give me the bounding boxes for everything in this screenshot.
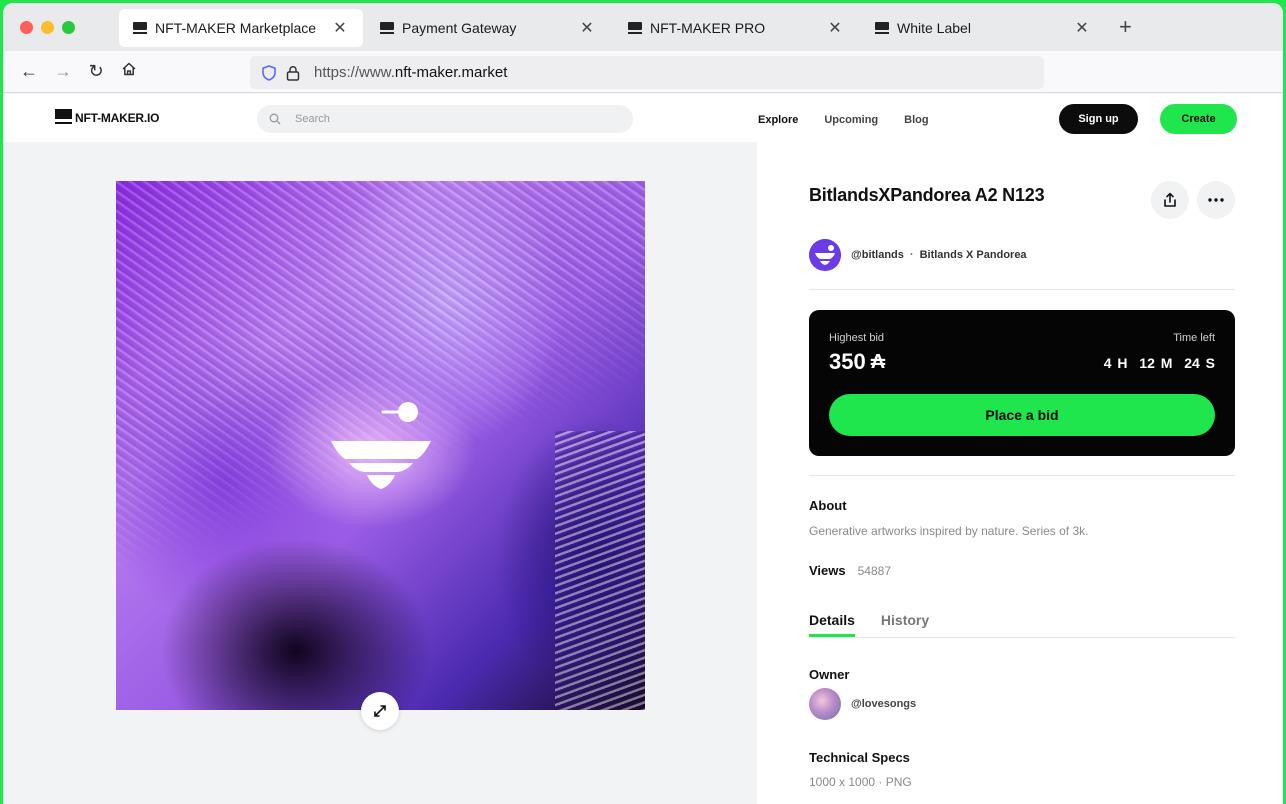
bitlands-avatar-icon xyxy=(809,239,841,271)
more-icon xyxy=(1208,198,1224,202)
minimize-window-button[interactable] xyxy=(41,20,54,34)
technical-specs-heading: Technical Specs xyxy=(809,750,910,765)
nft-artwork-image[interactable] xyxy=(116,181,645,710)
tab-nft-maker-pro[interactable]: NFT-MAKER PRO ✕ xyxy=(614,9,858,47)
site-logo[interactable]: NFT-MAKER.IO xyxy=(55,109,159,126)
creator-handle[interactable]: @bitlands xyxy=(851,249,904,261)
time-left-value: 4 H 12 M 24 S xyxy=(1103,355,1215,371)
tab-history[interactable]: History xyxy=(881,612,929,637)
browser-window: NFT-MAKER Marketplace ✕ Payment Gateway … xyxy=(3,3,1283,804)
forward-icon[interactable]: → xyxy=(52,61,74,81)
tab-details[interactable]: Details xyxy=(809,612,855,637)
nft-title: BitlandsXPandorea A2 N123 xyxy=(809,185,1045,205)
owner-handle[interactable]: @lovesongs xyxy=(851,698,916,710)
plus-icon[interactable]: + xyxy=(1119,15,1132,39)
back-icon[interactable]: ← xyxy=(18,61,40,81)
expand-button[interactable] xyxy=(361,692,399,730)
reload-icon[interactable]: ↻ xyxy=(85,61,107,81)
lock-icon[interactable] xyxy=(286,65,300,81)
url-bar[interactable]: https://www.nft-maker.market xyxy=(250,56,1044,89)
owner-heading: Owner xyxy=(809,667,850,682)
about-heading: About xyxy=(809,498,847,513)
avatar[interactable] xyxy=(809,239,841,271)
share-icon xyxy=(1164,192,1176,207)
avatar[interactable] xyxy=(809,688,841,720)
creator-row: @bitlands · Bitlands X Pandorea xyxy=(809,239,1027,271)
divider xyxy=(809,475,1235,476)
bid-amount: 350 xyxy=(829,349,866,374)
tab-white-label[interactable]: White Label ✕ xyxy=(861,9,1105,47)
bid-card: Highest bid Time left 350 ₳ 4 H 12 M 24 … xyxy=(809,310,1235,456)
create-button[interactable]: Create xyxy=(1160,104,1237,134)
tab-nft-maker-marketplace[interactable]: NFT-MAKER Marketplace ✕ xyxy=(119,9,363,47)
tab-label: NFT-MAKER Marketplace xyxy=(155,20,317,36)
expand-icon xyxy=(374,705,386,717)
tab-bar: NFT-MAKER Marketplace ✕ Payment Gateway … xyxy=(3,3,1283,51)
divider xyxy=(809,289,1235,290)
nav-blog[interactable]: Blog xyxy=(904,114,928,126)
owner-row: @lovesongs xyxy=(809,688,916,720)
search-placeholder: Search xyxy=(295,113,330,125)
url-prefix: https://www. xyxy=(314,64,395,81)
close-icon[interactable]: ✕ xyxy=(331,18,349,38)
highest-bid-value: 350 ₳ xyxy=(829,349,885,375)
separator: · xyxy=(909,249,914,261)
navigation-bar: ← → ↻ https://www.nft-maker.market xyxy=(3,51,1283,93)
close-icon[interactable]: ✕ xyxy=(826,18,844,38)
main-nav: Explore Upcoming Blog xyxy=(758,114,955,126)
nav-explore[interactable]: Explore xyxy=(758,114,798,126)
tab-payment-gateway[interactable]: Payment Gateway ✕ xyxy=(366,9,610,47)
window-controls xyxy=(3,20,118,34)
artwork-texture-right xyxy=(555,431,645,710)
site-header: NFT-MAKER.IO Search Explore Upcoming Blo… xyxy=(3,94,1283,142)
tab-label: NFT-MAKER PRO xyxy=(650,20,766,36)
nft-maker-favicon-icon xyxy=(380,22,394,34)
time-left-label: Time left xyxy=(1173,332,1215,344)
search-input[interactable]: Search xyxy=(257,105,633,133)
nft-maker-logo-icon xyxy=(55,109,72,126)
nft-maker-favicon-icon xyxy=(133,22,147,34)
zoom-window-button[interactable] xyxy=(62,20,75,34)
more-options-button[interactable] xyxy=(1197,181,1235,219)
collection-name[interactable]: Bitlands X Pandorea xyxy=(920,249,1027,261)
sign-up-button[interactable]: Sign up xyxy=(1059,104,1138,134)
views-label: Views xyxy=(809,563,846,578)
logo-text: NFT-MAKER.IO xyxy=(75,110,160,125)
bitlands-logo-icon xyxy=(331,402,431,489)
url-text: https://www.nft-maker.market xyxy=(314,64,507,81)
ada-currency-icon: ₳ xyxy=(870,350,886,373)
artwork-panel xyxy=(3,142,757,804)
technical-specs-text: 1000 x 1000 · PNG xyxy=(809,775,912,789)
home-icon[interactable] xyxy=(118,61,140,81)
details-panel: BitlandsXPandorea A2 N123 @bitlands · Bi… xyxy=(757,142,1283,804)
nav-upcoming[interactable]: Upcoming xyxy=(824,114,878,126)
url-domain: nft-maker.market xyxy=(394,64,508,81)
share-button[interactable] xyxy=(1151,181,1189,219)
close-icon[interactable]: ✕ xyxy=(1073,18,1091,38)
tab-label: Payment Gateway xyxy=(402,20,517,36)
close-icon[interactable]: ✕ xyxy=(578,18,596,38)
highest-bid-label: Highest bid xyxy=(829,332,885,344)
about-text: Generative artworks inspired by nature. … xyxy=(809,524,1089,538)
views-count: 54887 xyxy=(857,564,891,578)
nft-maker-favicon-icon xyxy=(875,22,889,34)
search-icon xyxy=(269,113,281,125)
tab-label: White Label xyxy=(897,20,971,36)
place-bid-button[interactable]: Place a bid xyxy=(829,394,1215,436)
details-tabs: Details History xyxy=(809,612,1235,638)
shield-icon[interactable] xyxy=(262,64,276,81)
views-row: Views 54887 xyxy=(809,563,891,578)
nft-maker-favicon-icon xyxy=(628,22,642,34)
close-window-button[interactable] xyxy=(20,20,33,34)
